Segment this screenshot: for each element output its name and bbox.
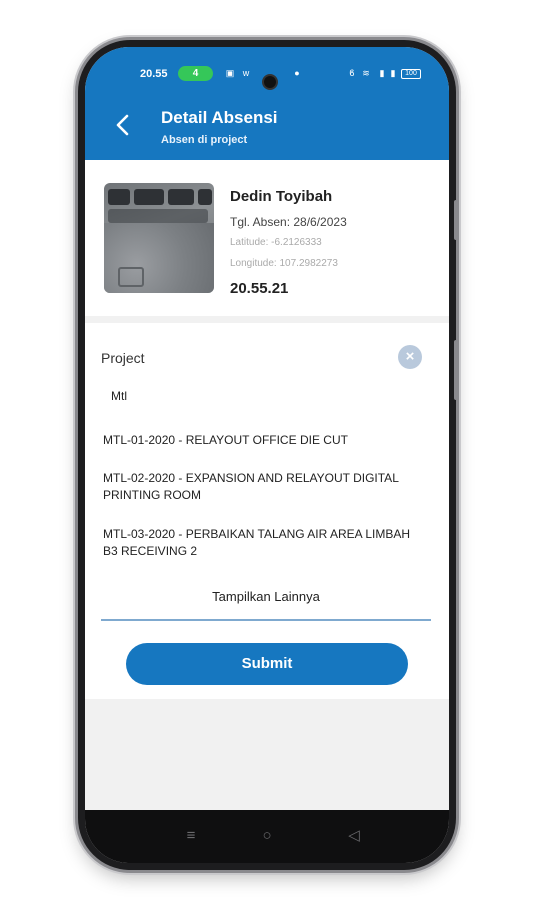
signal-icon: ▮ bbox=[390, 68, 396, 78]
phone-screen: 20.55 4 ▣ w ● ϐ ≋ ▮ ▮ 100 Detail Absensi… bbox=[85, 47, 449, 863]
status-time: 20.55 bbox=[140, 68, 168, 80]
hotspot-badge: 4 bbox=[178, 66, 213, 81]
project-search-input[interactable]: Mtl bbox=[111, 389, 127, 403]
attendance-photo[interactable] bbox=[104, 183, 214, 293]
clear-button[interactable]: × bbox=[398, 345, 422, 369]
whatsapp-icon: w bbox=[242, 68, 250, 78]
signal-icon: ▮ bbox=[379, 68, 385, 78]
photo-object bbox=[118, 267, 144, 287]
status-bar: 20.55 4 ▣ w ● ϐ ≋ ▮ ▮ 100 bbox=[85, 64, 449, 90]
input-underline bbox=[101, 619, 431, 621]
power-button bbox=[454, 340, 458, 400]
keyboard-key bbox=[198, 189, 212, 205]
navigation-bar: ≡ ○ ◁ bbox=[85, 810, 449, 863]
front-camera bbox=[262, 74, 278, 90]
keyboard-key bbox=[108, 189, 130, 205]
page-subtitle: Absen di project bbox=[161, 134, 248, 146]
menu-icon[interactable]: ≡ bbox=[181, 826, 201, 846]
back-button[interactable] bbox=[113, 113, 135, 137]
project-option[interactable]: MTL-01-2020 - RELAYOUT OFFICE DIE CUT bbox=[103, 432, 423, 449]
latitude-text: Latitude: -6.2126333 bbox=[230, 237, 322, 248]
project-option[interactable]: MTL-03-2020 - PERBAIKAN TALANG AIR AREA … bbox=[103, 526, 423, 560]
back-nav-icon[interactable]: ◁ bbox=[344, 826, 364, 846]
attendance-card: Dedin Toyibah Tgl. Absen: 28/6/2023 Lati… bbox=[85, 160, 449, 316]
employee-name: Dedin Toyibah bbox=[230, 188, 333, 205]
messenger-icon: ● bbox=[294, 68, 300, 78]
submit-button[interactable]: Submit bbox=[126, 643, 408, 685]
project-label: Project bbox=[101, 350, 145, 366]
home-icon[interactable]: ○ bbox=[257, 826, 277, 846]
longitude-text: Longitude: 107.2982273 bbox=[230, 258, 338, 269]
keyboard-row bbox=[108, 209, 208, 223]
battery-icon: 100 bbox=[401, 69, 421, 79]
wifi-icon: ≋ bbox=[362, 68, 370, 78]
project-panel: Project × Mtl MTL-01-2020 - RELAYOUT OFF… bbox=[85, 323, 449, 699]
bluetooth-icon: ϐ bbox=[349, 68, 355, 78]
app-notification-icon: ▣ bbox=[225, 68, 235, 78]
attendance-time: 20.55.21 bbox=[230, 280, 289, 297]
phone-frame: 20.55 4 ▣ w ● ϐ ≋ ▮ ▮ 100 Detail Absensi… bbox=[78, 40, 458, 870]
close-icon: × bbox=[405, 348, 415, 365]
volume-button bbox=[454, 200, 458, 240]
arrow-left-icon bbox=[116, 114, 129, 136]
keyboard-key bbox=[168, 189, 194, 205]
page-title: Detail Absensi bbox=[161, 108, 278, 127]
project-option[interactable]: MTL-02-2020 - EXPANSION AND RELAYOUT DIG… bbox=[103, 470, 423, 504]
keyboard-key bbox=[134, 189, 164, 205]
show-more-button[interactable]: Tampilkan Lainnya bbox=[101, 589, 431, 604]
attendance-date: Tgl. Absen: 28/6/2023 bbox=[230, 215, 347, 229]
